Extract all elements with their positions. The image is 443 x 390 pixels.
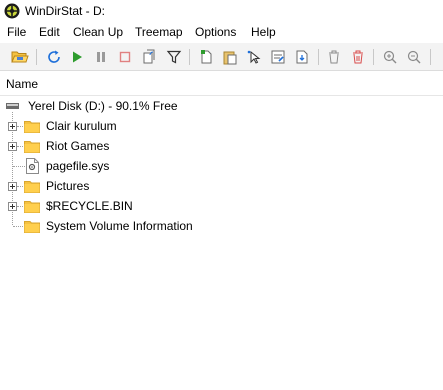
tree-item[interactable]: Clair kurulum: [0, 116, 443, 136]
refresh-button[interactable]: [44, 47, 64, 67]
window-title: WinDirStat - D:: [25, 4, 106, 18]
zoom-out-button[interactable]: [404, 47, 424, 67]
folder-icon: [24, 181, 40, 193]
menu-bar: File Edit Clean Up Treemap Options Help: [0, 22, 443, 42]
zoom-in-button[interactable]: [380, 47, 400, 67]
system-file-icon: [26, 158, 39, 174]
refresh-icon: [48, 50, 60, 63]
tree-item-label: Riot Games: [46, 139, 110, 153]
tree-item-label: pagefile.sys: [46, 159, 110, 173]
recycle-delete-button[interactable]: [324, 47, 344, 67]
stop-button[interactable]: [115, 47, 135, 67]
delete-icon: [353, 50, 363, 64]
tree-item-label: Clair kurulum: [46, 119, 117, 133]
directory-tree: Yerel Disk (D:) - 90.1% Free Clair kurul…: [0, 96, 443, 390]
folder-icon: [24, 201, 40, 213]
paste-button[interactable]: [220, 47, 240, 67]
toolbar-separator: [36, 49, 37, 65]
pause-icon: [97, 52, 105, 62]
edit-properties-button[interactable]: [268, 47, 288, 67]
tree-item[interactable]: Pictures: [0, 176, 443, 196]
select-icon: [247, 50, 261, 64]
expand-button[interactable]: [8, 202, 17, 211]
tree-item[interactable]: System Volume Information: [0, 216, 443, 236]
delete-button[interactable]: [348, 47, 368, 67]
toolbar-separator: [430, 49, 431, 65]
new-file-button[interactable]: [196, 47, 216, 67]
copy-path-button[interactable]: [139, 47, 159, 67]
folder-icon: [24, 221, 40, 233]
copy-path-icon: [143, 49, 155, 64]
new-file-icon: [201, 50, 212, 64]
menu-edit[interactable]: Edit: [39, 25, 60, 39]
filter-button[interactable]: [164, 47, 184, 67]
toolbar-separator: [373, 49, 374, 65]
open-folder-button[interactable]: [10, 47, 30, 67]
zoom-in-icon: [383, 50, 397, 64]
folder-icon: [24, 141, 40, 153]
export-icon: [296, 50, 308, 64]
menu-file[interactable]: File: [7, 25, 26, 39]
menu-options[interactable]: Options: [195, 25, 236, 39]
tree-item[interactable]: pagefile.sys: [0, 156, 443, 176]
play-icon: [73, 51, 82, 63]
windirstat-logo-icon: [4, 3, 20, 19]
stop-icon: [119, 51, 131, 63]
edit-properties-icon: [271, 50, 285, 64]
expand-button[interactable]: [8, 182, 17, 191]
recycle-delete-icon: [329, 50, 339, 64]
menu-treemap[interactable]: Treemap: [135, 25, 183, 39]
tree-item-label: Pictures: [46, 179, 90, 193]
paste-icon: [223, 51, 237, 65]
select-button[interactable]: [244, 47, 264, 67]
expand-button[interactable]: [8, 122, 17, 131]
tree-root-label: Yerel Disk (D:) - 90.1% Free: [28, 99, 178, 113]
tree-connector: [17, 146, 23, 147]
tree-item[interactable]: $RECYCLE.BIN: [0, 196, 443, 216]
play-button[interactable]: [67, 47, 87, 67]
expand-button[interactable]: [8, 142, 17, 151]
title-bar: WinDirStat - D:: [0, 0, 443, 22]
toolbar: [0, 43, 443, 71]
tree-connector: [13, 226, 23, 227]
menu-help[interactable]: Help: [251, 25, 276, 39]
tree-item[interactable]: Riot Games: [0, 136, 443, 156]
tree-connector: [17, 186, 23, 187]
toolbar-separator: [189, 49, 190, 65]
export-button[interactable]: [292, 47, 312, 67]
tree-connector: [17, 126, 23, 127]
drive-icon: [6, 103, 19, 109]
toolbar-separator: [318, 49, 319, 65]
tree-connector: [17, 206, 23, 207]
tree-item-label: System Volume Information: [46, 219, 193, 233]
tree-connector: [13, 166, 25, 167]
column-header: Name: [0, 72, 443, 96]
folder-icon: [24, 121, 40, 133]
tree-item-label: $RECYCLE.BIN: [46, 199, 133, 213]
tree-root-row[interactable]: Yerel Disk (D:) - 90.1% Free: [0, 96, 443, 116]
menu-clean-up[interactable]: Clean Up: [73, 25, 123, 39]
column-header-name[interactable]: Name: [6, 77, 38, 91]
filter-icon: [166, 50, 182, 64]
pause-button[interactable]: [91, 47, 111, 67]
open-folder-icon: [11, 51, 29, 63]
zoom-out-icon: [407, 50, 421, 64]
